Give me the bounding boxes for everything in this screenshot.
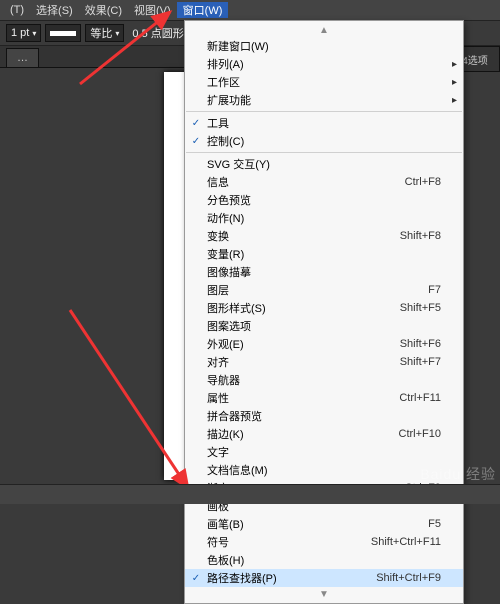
menu-item-shortcut: Ctrl+F10	[379, 428, 442, 440]
menu-item[interactable]: 图像描摹	[185, 263, 463, 281]
menu-item-label: 变量(R)	[207, 246, 441, 262]
menu-item[interactable]: 拼合器预览	[185, 407, 463, 425]
menu-item[interactable]: 变换Shift+F8	[185, 227, 463, 245]
menu-item-shortcut: F7	[408, 284, 441, 296]
stroke-profile[interactable]	[45, 24, 81, 42]
menu-item-label: 排列(A)	[207, 56, 441, 72]
menu-item[interactable]: 符号Shift+Ctrl+F11	[185, 533, 463, 551]
menu-item[interactable]: 外观(E)Shift+F6	[185, 335, 463, 353]
menu-item[interactable]: 画笔(B)F5	[185, 515, 463, 533]
menu-item-label: 色板(H)	[207, 552, 441, 568]
menu-item-label: 图像描摹	[207, 264, 441, 280]
menu-item-label: 符号	[207, 534, 351, 550]
menu-item[interactable]: 分色预览	[185, 191, 463, 209]
submenu-arrow-icon: ▸	[441, 95, 457, 106]
menu-item[interactable]: ✓路径查找器(P)Shift+Ctrl+F9	[185, 569, 463, 587]
menu-item[interactable]: 描边(K)Ctrl+F10	[185, 425, 463, 443]
watermark: Baidu 经验	[420, 464, 496, 484]
document-tab[interactable]: …	[6, 48, 39, 67]
menu-item[interactable]: SVG 交互(Y)	[185, 155, 463, 173]
chevron-down-icon: ▾	[115, 29, 119, 38]
menu-item[interactable]: 导航器	[185, 371, 463, 389]
menu-item-shortcut: Ctrl+F11	[379, 392, 441, 404]
menu-item-label: 工作区	[207, 74, 441, 90]
menu-item-shortcut: Shift+Ctrl+F9	[356, 572, 441, 584]
menu-item-shortcut: Shift+F7	[380, 356, 441, 368]
menu-item-label: 图层	[207, 282, 408, 298]
scale-mode-combo[interactable]: 等比 ▾	[85, 24, 124, 42]
menu-item[interactable]: 变量(R)	[185, 245, 463, 263]
scale-mode-label: 等比	[90, 25, 112, 41]
menu-item[interactable]: 图形样式(S)Shift+F5	[185, 299, 463, 317]
menu-item[interactable]: 工作区▸	[185, 73, 463, 91]
menu-item-label: 分色预览	[207, 192, 441, 208]
menu-item-label: 变换	[207, 228, 380, 244]
window-menu-dropdown: ▲新建窗口(W)排列(A)▸工作区▸扩展功能▸✓工具✓控制(C)SVG 交互(Y…	[184, 20, 464, 604]
menu-item-shortcut: F5	[408, 518, 441, 530]
menu-window[interactable]: 窗口(W)	[177, 2, 229, 18]
menu-item[interactable]: ✓控制(C)	[185, 132, 463, 150]
check-icon: ✓	[185, 573, 207, 584]
menu-item[interactable]: 动作(N)	[185, 209, 463, 227]
check-icon: ✓	[185, 118, 207, 129]
menu-item-label: 外观(E)	[207, 336, 380, 352]
menu-item-label: 描边(K)	[207, 426, 379, 442]
brush-label: 0 5 点圆形	[132, 25, 183, 41]
menu-select[interactable]: 选择(S)	[30, 2, 79, 18]
menu-item-shortcut: Shift+F5	[380, 302, 441, 314]
menu-item[interactable]: 色板(H)	[185, 551, 463, 569]
menu-item-label: 画笔(B)	[207, 516, 408, 532]
menu-item-label: 扩展功能	[207, 92, 441, 108]
menu-item-label: 拼合器预览	[207, 408, 441, 424]
menu-item[interactable]: ✓工具	[185, 114, 463, 132]
menu-item-shortcut: Shift+F6	[380, 338, 441, 350]
menu-item-label: 导航器	[207, 372, 441, 388]
menu-item[interactable]: 文字	[185, 443, 463, 461]
check-icon: ✓	[185, 136, 207, 147]
menu-item-label: 图形样式(S)	[207, 300, 380, 316]
menu-separator	[186, 152, 462, 153]
menu-item-shortcut: Ctrl+F8	[385, 176, 441, 188]
menu-item-label: 文字	[207, 444, 441, 460]
menu-separator	[186, 111, 462, 112]
chevron-down-icon: ▾	[32, 29, 36, 38]
submenu-arrow-icon: ▸	[441, 59, 457, 70]
menu-view[interactable]: 视图(V)	[128, 2, 177, 18]
menu-item[interactable]: 信息Ctrl+F8	[185, 173, 463, 191]
stroke-weight-combo[interactable]: 1 pt ▾	[6, 24, 41, 42]
submenu-arrow-icon: ▸	[441, 77, 457, 88]
menu-scroll-down-icon[interactable]: ▼	[185, 587, 463, 601]
menu-item[interactable]: 扩展功能▸	[185, 91, 463, 109]
menu-item[interactable]: 排列(A)▸	[185, 55, 463, 73]
menu-item[interactable]: 新建窗口(W)	[185, 37, 463, 55]
menu-item-label: 图案选项	[207, 318, 441, 334]
menu-item-label: 属性	[207, 390, 379, 406]
menu-t[interactable]: (T)	[4, 4, 30, 16]
menu-item-label: 信息	[207, 174, 385, 190]
menu-item-label: 文档信息(M)	[207, 462, 441, 478]
menubar: (T) 选择(S) 效果(C) 视图(V) 窗口(W)	[0, 0, 500, 20]
menu-item-label: 工具	[207, 115, 441, 131]
menu-item-shortcut: Shift+F8	[380, 230, 441, 242]
menu-item-label: 对齐	[207, 354, 380, 370]
stroke-weight-value: 1 pt	[11, 27, 29, 39]
menu-item-label: 新建窗口(W)	[207, 38, 441, 54]
menu-item[interactable]: 对齐Shift+F7	[185, 353, 463, 371]
menu-item-label: 路径查找器(P)	[207, 570, 356, 586]
status-bar	[0, 484, 500, 504]
menu-item-label: SVG 交互(Y)	[207, 156, 441, 172]
menu-item-label: 控制(C)	[207, 133, 441, 149]
menu-item[interactable]: 图层F7	[185, 281, 463, 299]
menu-effect[interactable]: 效果(C)	[79, 2, 128, 18]
menu-item[interactable]: 图案选项	[185, 317, 463, 335]
menu-item-label: 动作(N)	[207, 210, 441, 226]
menu-item-shortcut: Shift+Ctrl+F11	[351, 536, 441, 548]
menu-scroll-up-icon[interactable]: ▲	[185, 23, 463, 37]
menu-item[interactable]: 属性Ctrl+F11	[185, 389, 463, 407]
